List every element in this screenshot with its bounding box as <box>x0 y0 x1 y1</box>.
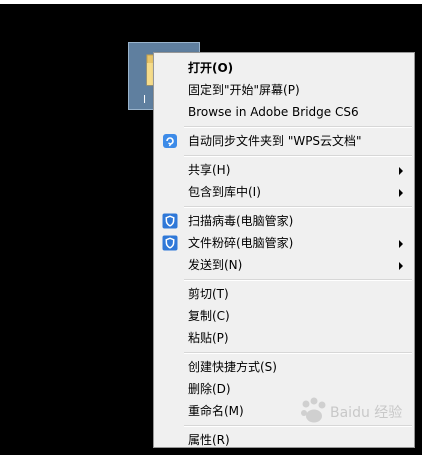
menu-item-label: 固定到"开始"屏幕(P) <box>188 83 300 97</box>
baidu-watermark: Baidu 经验 <box>296 394 416 434</box>
menu-item-share[interactable]: 共享(H) <box>156 159 412 181</box>
wps-cloud-sync-icon <box>162 133 178 149</box>
menu-item-send-to[interactable]: 发送到(N) <box>156 254 412 276</box>
menu-item-copy[interactable]: 复制(C) <box>156 305 412 327</box>
menu-item-label: 文件粉碎(电脑管家) <box>188 236 294 250</box>
menu-item-label: 复制(C) <box>188 309 230 323</box>
menu-item-paste[interactable]: 粘贴(P) <box>156 327 412 349</box>
menu-separator <box>184 352 412 354</box>
menu-item-browse-bridge[interactable]: Browse in Adobe Bridge CS6 <box>156 101 412 123</box>
submenu-arrow-icon <box>399 167 403 175</box>
menu-item-label: 粘贴(P) <box>188 331 229 345</box>
shield-icon <box>162 235 178 251</box>
menu-item-label: 创建快捷方式(S) <box>188 360 277 374</box>
menu-item-wps-sync[interactable]: 自动同步文件夹到 "WPS云文档" <box>156 130 412 152</box>
menu-item-label: 扫描病毒(电脑管家) <box>188 214 294 228</box>
submenu-arrow-icon <box>399 262 403 270</box>
menu-item-label: 打开(O) <box>188 61 234 75</box>
watermark-text: Baidu 经验 <box>330 405 403 421</box>
menu-separator <box>184 126 412 128</box>
menu-separator <box>184 279 412 281</box>
menu-separator <box>184 155 412 157</box>
shield-icon <box>162 213 178 229</box>
menu-item-pin-to-start[interactable]: 固定到"开始"屏幕(P) <box>156 79 412 101</box>
menu-item-label: 共享(H) <box>188 163 231 177</box>
menu-item-label: Browse in Adobe Bridge CS6 <box>188 105 359 119</box>
submenu-arrow-icon <box>399 189 403 197</box>
baidu-paw-icon <box>301 397 326 423</box>
menu-item-include-in-library[interactable]: 包含到库中(I) <box>156 181 412 203</box>
menu-item-create-shortcut[interactable]: 创建快捷方式(S) <box>156 356 412 378</box>
top-white-strip <box>0 0 422 4</box>
menu-item-label: 删除(D) <box>188 382 231 396</box>
context-menu: 打开(O) 固定到"开始"屏幕(P) Browse in Adobe Bridg… <box>153 52 415 448</box>
menu-item-label: 属性(R) <box>188 433 230 447</box>
menu-item-label: 包含到库中(I) <box>188 185 261 199</box>
menu-item-label: 发送到(N) <box>188 258 243 272</box>
menu-item-label: 剪切(T) <box>188 287 229 301</box>
menu-separator <box>184 206 412 208</box>
menu-item-file-shred[interactable]: 文件粉碎(电脑管家) <box>156 232 412 254</box>
menu-item-label: 自动同步文件夹到 "WPS云文档" <box>188 134 362 148</box>
menu-item-label: 重命名(M) <box>188 404 244 418</box>
submenu-arrow-icon <box>399 240 403 248</box>
menu-item-cut[interactable]: 剪切(T) <box>156 283 412 305</box>
folder-name: l <box>143 93 147 106</box>
menu-item-open[interactable]: 打开(O) <box>156 57 412 79</box>
menu-item-scan-virus[interactable]: 扫描病毒(电脑管家) <box>156 210 412 232</box>
